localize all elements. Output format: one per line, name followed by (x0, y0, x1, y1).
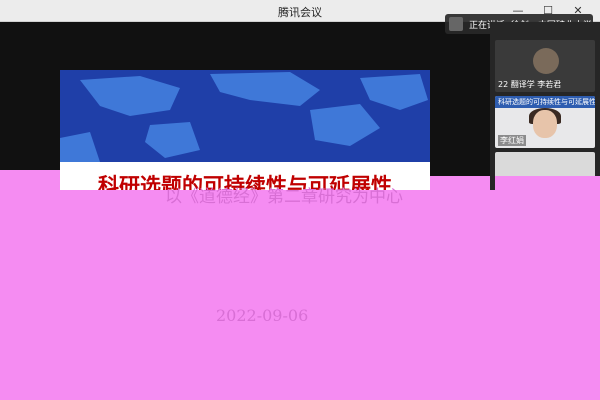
slide-date: 2022-09-06 (216, 306, 309, 325)
render-artifact (495, 176, 600, 206)
render-artifact (0, 190, 600, 400)
participant-tile[interactable]: 科研选题的可持续性与可延展性 李红娟 (495, 96, 595, 148)
participant-tile[interactable]: 22 翻译学 李若君 (495, 40, 595, 92)
shared-slide-thumbnail: 科研选题的可持续性与可延展性 (495, 96, 595, 108)
meeting-window: 腾讯会议 — ☐ ✕ 科研选题的可持续性与可延展性 正在讲话: 徐剑—中国矿业大… (0, 0, 600, 400)
speaker-avatar-icon (449, 17, 463, 31)
render-artifact (430, 176, 490, 206)
thumbnail-text: 科研选题的可持续性与可延展性 (498, 98, 595, 106)
avatar (533, 48, 559, 74)
world-map-image (60, 70, 430, 162)
participant-face (533, 110, 557, 138)
render-artifact (0, 170, 60, 210)
participant-name: 李红娟 (498, 135, 526, 146)
participant-name: 22 翻译学 李若君 (498, 80, 562, 89)
slide-subtitle: 以《道德经》第二章研究为中心 (165, 187, 403, 207)
